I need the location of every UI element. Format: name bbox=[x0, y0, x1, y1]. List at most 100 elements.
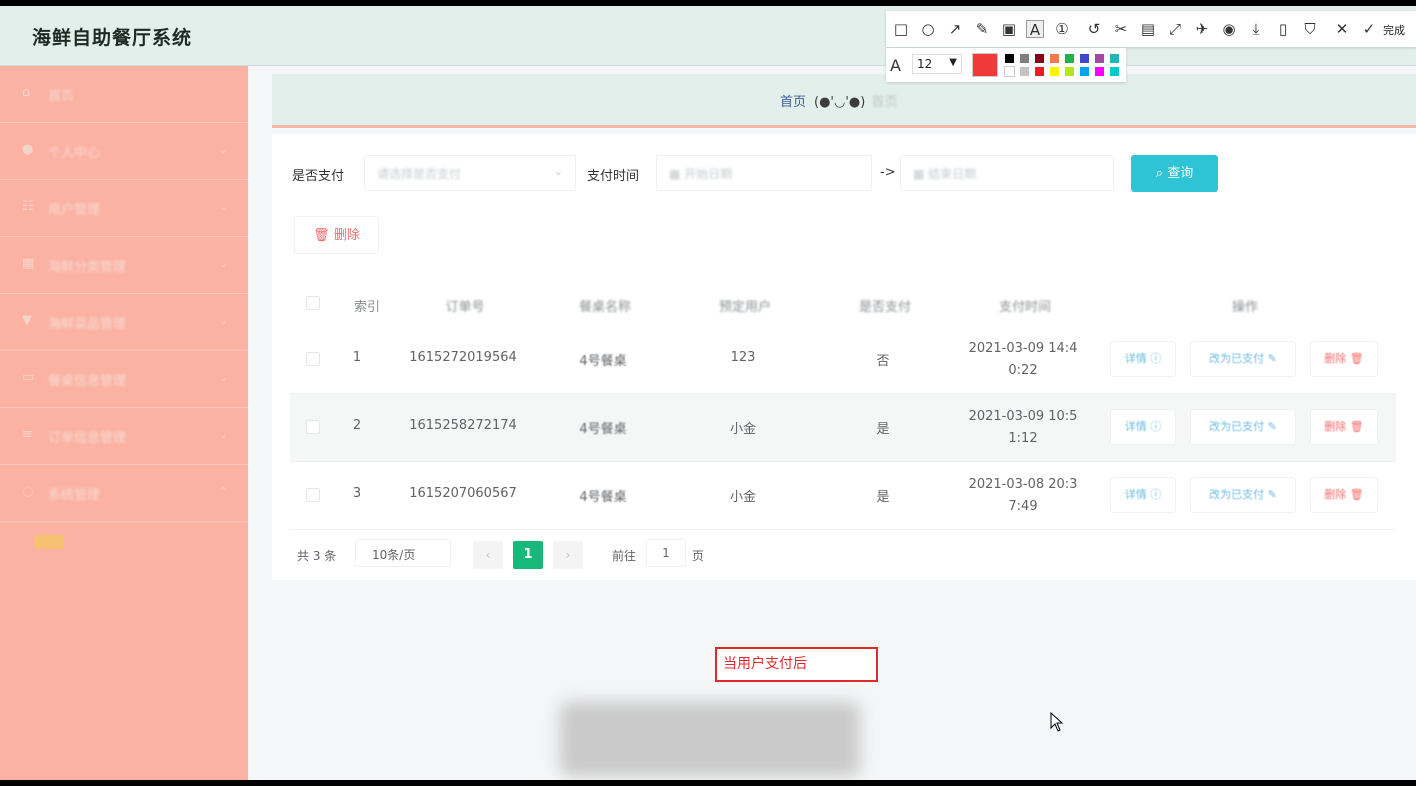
close-icon[interactable]: ✕ bbox=[1333, 20, 1351, 38]
arrow-tool-icon[interactable]: ↗ bbox=[946, 20, 964, 38]
goto-page-input[interactable]: 1 bbox=[646, 539, 686, 567]
start-date-input[interactable]: ▦ 开始日期 bbox=[656, 155, 872, 191]
batch-delete-button[interactable]: 🗑 删除 bbox=[294, 216, 379, 254]
col-table-name: 餐桌名称 bbox=[578, 300, 631, 315]
annotation-textbox[interactable]: 当用户支付后 bbox=[715, 647, 878, 682]
col-actions: 操作 bbox=[1231, 300, 1258, 315]
font-size-icon: A bbox=[890, 56, 901, 75]
edit-icon: ✎ bbox=[1267, 352, 1277, 365]
list-icon: ≡ bbox=[22, 427, 33, 442]
color-swatch[interactable] bbox=[1049, 53, 1060, 64]
paid-select[interactable]: 请选择是否支付 ⌄ bbox=[364, 155, 576, 191]
select-all-checkbox[interactable] bbox=[306, 296, 320, 310]
trash-icon: 🗑 bbox=[1349, 488, 1364, 501]
bookmark-icon[interactable]: ⛉ bbox=[1301, 20, 1319, 38]
breadcrumb-face: (●'◡'●) bbox=[814, 95, 866, 110]
color-swatch[interactable] bbox=[1064, 66, 1075, 77]
undo-icon[interactable]: ↺ bbox=[1085, 20, 1103, 38]
color-swatch[interactable] bbox=[1004, 66, 1015, 77]
color-swatch[interactable] bbox=[1004, 53, 1015, 64]
row-delete-button[interactable]: 删除 🗑 bbox=[1310, 409, 1378, 445]
color-swatch[interactable] bbox=[1019, 66, 1030, 77]
sidebar-sub-badge[interactable] bbox=[34, 535, 64, 549]
color-swatch[interactable] bbox=[1034, 66, 1045, 77]
color-swatch[interactable] bbox=[1034, 53, 1045, 64]
trash-icon: 🗑 bbox=[1349, 420, 1364, 433]
sidebar-item-system[interactable]: ◌ 系统管理 ⌃ bbox=[0, 465, 248, 522]
check-icon[interactable]: ✓ bbox=[1360, 20, 1378, 38]
color-swatch[interactable] bbox=[1049, 66, 1060, 77]
chevron-down-icon: ⌄ bbox=[218, 314, 228, 327]
color-swatch[interactable] bbox=[1094, 53, 1105, 64]
rectangle-tool-icon[interactable]: □ bbox=[892, 20, 910, 38]
detail-button[interactable]: 详情 ⓘ bbox=[1110, 477, 1176, 513]
color-swatch[interactable] bbox=[1019, 53, 1030, 64]
table-header: 索引 订单号 餐桌名称 预定用户 是否支付 支付时间 操作 bbox=[290, 280, 1396, 328]
pagination-total: 共 3 条 bbox=[297, 549, 337, 563]
cell-index: 1 bbox=[352, 350, 362, 365]
chevron-down-icon: ⌄ bbox=[218, 143, 228, 156]
color-swatch[interactable] bbox=[1064, 53, 1075, 64]
cell-user: 小金 bbox=[729, 490, 756, 505]
sidebar-item-dishes[interactable]: ▼ 海鲜菜品管理 ⌄ bbox=[0, 294, 248, 351]
pen-tool-icon[interactable]: ✎ bbox=[973, 20, 991, 38]
done-button[interactable]: 完成 bbox=[1383, 22, 1405, 38]
mark-paid-button[interactable]: 改为已支付 ✎ bbox=[1190, 477, 1296, 513]
prev-page-button[interactable]: ‹ bbox=[473, 541, 503, 569]
sidebar-item-label: 个人中心 bbox=[48, 146, 101, 161]
detail-button[interactable]: 详情 ⓘ bbox=[1110, 341, 1176, 377]
sidebar-item-profile[interactable]: ● 个人中心 ⌄ bbox=[0, 123, 248, 180]
ellipse-tool-icon[interactable]: ○ bbox=[919, 20, 937, 38]
page-1-button[interactable]: 1 bbox=[513, 541, 543, 569]
row-delete-button[interactable]: 删除 🗑 bbox=[1310, 477, 1378, 513]
active-color-swatch[interactable] bbox=[972, 53, 998, 77]
color-swatch[interactable] bbox=[1109, 66, 1120, 77]
detail-button[interactable]: 详情 ⓘ bbox=[1110, 409, 1176, 445]
color-swatch[interactable] bbox=[1079, 53, 1090, 64]
font-size-select[interactable]: 12 ▼ bbox=[912, 54, 962, 74]
mark-paid-button[interactable]: 改为已支付 ✎ bbox=[1190, 409, 1296, 445]
translate-icon[interactable]: ▤ bbox=[1139, 20, 1157, 38]
settings-icon: ◌ bbox=[22, 484, 34, 499]
sidebar-item-category[interactable]: ▦ 海鲜分类管理 ⌄ bbox=[0, 237, 248, 294]
page-size-select[interactable]: 10条/页 bbox=[355, 539, 451, 567]
record-icon[interactable]: ◉ bbox=[1220, 20, 1238, 38]
row-delete-button[interactable]: 删除 🗑 bbox=[1310, 341, 1378, 377]
table-row: 3 1615207060567 4号餐桌 小金 是 2021-03-08 20:… bbox=[290, 462, 1396, 530]
search-icon: ⌕ bbox=[1155, 166, 1168, 181]
row-checkbox[interactable] bbox=[306, 420, 320, 434]
goto-unit: 页 bbox=[692, 549, 705, 563]
next-page-button[interactable]: › bbox=[553, 541, 583, 569]
number-tool-icon[interactable]: ① bbox=[1053, 20, 1071, 38]
expand-icon[interactable]: ⤢ bbox=[1166, 20, 1184, 38]
cell-user: 小金 bbox=[729, 422, 756, 437]
pin-icon[interactable]: ✈ bbox=[1193, 20, 1211, 38]
color-swatch[interactable] bbox=[1109, 53, 1120, 64]
sidebar-item-tables[interactable]: ▭ 餐桌信息管理 ⌄ bbox=[0, 351, 248, 408]
chevron-up-icon: ⌃ bbox=[218, 485, 228, 498]
download-icon[interactable]: ⤓ bbox=[1247, 20, 1265, 38]
col-paid: 是否支付 bbox=[858, 300, 911, 315]
dish-icon: ▼ bbox=[22, 313, 32, 328]
chevron-down-icon: ▼ bbox=[949, 57, 957, 68]
mark-paid-button[interactable]: 改为已支付 ✎ bbox=[1190, 341, 1296, 377]
row-checkbox[interactable] bbox=[306, 488, 320, 502]
sidebar-item-users[interactable]: ☷ 用户管理 ⌄ bbox=[0, 180, 248, 237]
sidebar-item-orders[interactable]: ≡ 订单信息管理 ⌄ bbox=[0, 408, 248, 465]
end-date-input[interactable]: ▦ 结束日期 bbox=[900, 155, 1114, 191]
color-swatch[interactable] bbox=[1094, 66, 1105, 77]
phone-icon[interactable]: ▯ bbox=[1274, 20, 1292, 38]
query-button[interactable]: ⌕ 查询 bbox=[1131, 155, 1218, 192]
crop-icon[interactable]: ✂ bbox=[1112, 20, 1130, 38]
mouse-cursor-icon bbox=[1050, 712, 1064, 732]
mosaic-tool-icon[interactable]: ▣ bbox=[1000, 20, 1018, 38]
users-icon: ☷ bbox=[22, 199, 34, 214]
sidebar-item-home[interactable]: ⌂ 首页 bbox=[0, 66, 248, 123]
breadcrumb-home[interactable]: 首页 bbox=[780, 95, 806, 110]
table-row: 2 1615258272174 4号餐桌 小金 是 2021-03-09 10:… bbox=[290, 394, 1396, 462]
color-swatch[interactable] bbox=[1079, 66, 1090, 77]
row-checkbox[interactable] bbox=[306, 352, 320, 366]
range-separator: -> bbox=[880, 165, 896, 180]
chevron-down-icon: ⌄ bbox=[218, 371, 228, 384]
text-tool-icon[interactable]: A bbox=[1026, 20, 1044, 39]
